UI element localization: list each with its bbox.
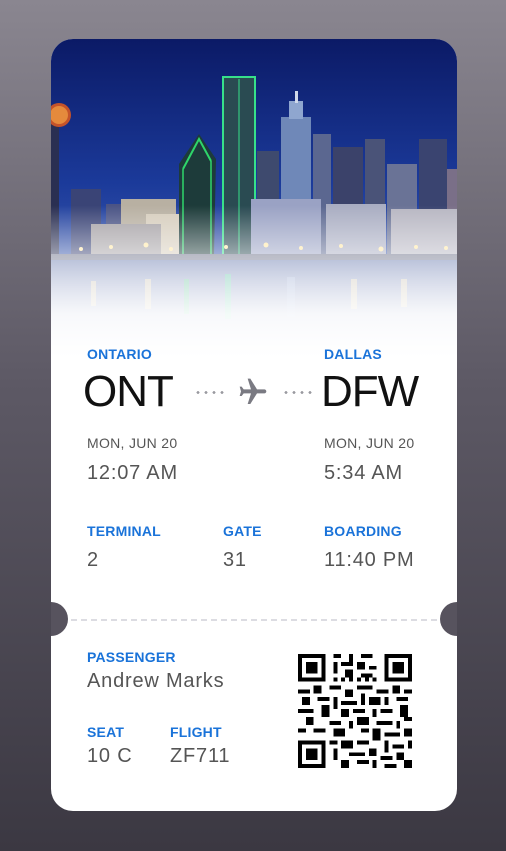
left-ticket-notch	[51, 602, 68, 636]
flight-label: FLIGHT	[170, 724, 222, 740]
tear-line	[71, 619, 437, 621]
passenger-name: Andrew Marks	[87, 670, 225, 692]
passenger-label: PASSENGER	[87, 649, 176, 665]
destination-time: 5:34 AM	[324, 462, 403, 484]
terminal-value: 2	[87, 549, 99, 571]
seat-value: 10 C	[87, 745, 133, 767]
city-skyline-image	[51, 39, 457, 359]
destination-code: DFW	[321, 367, 419, 416]
gate-value: 31	[223, 549, 247, 571]
terminal-label: TERMINAL	[87, 523, 161, 539]
origin-time: 12:07 AM	[87, 462, 178, 484]
destination-date: MON, JUN 20	[324, 435, 415, 451]
boarding-label: BOARDING	[324, 523, 402, 539]
boarding-time: 11:40 PM	[324, 549, 415, 571]
flight-number: ZF711	[170, 745, 231, 767]
origin-city: ONTARIO	[87, 346, 152, 362]
origin-code: ONT	[83, 367, 174, 416]
destination-city: DALLAS	[324, 346, 382, 362]
right-ticket-notch	[440, 602, 457, 636]
gate-label: GATE	[223, 523, 262, 539]
seat-label: SEAT	[87, 724, 125, 740]
boarding-pass-card: ONTARIO DALLAS ONT DFW MON, JUN 20 MON, …	[51, 39, 457, 811]
origin-date: MON, JUN 20	[87, 435, 178, 451]
flight-path	[194, 369, 314, 415]
qr-code-icon	[298, 654, 412, 768]
airplane-icon	[239, 378, 267, 404]
